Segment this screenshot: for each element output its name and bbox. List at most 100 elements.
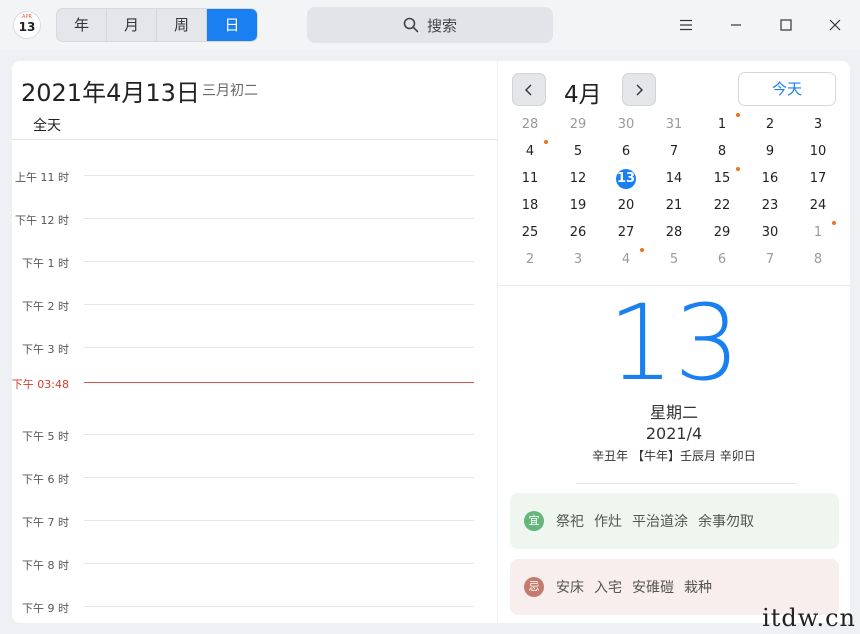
calendar-day[interactable]: 16 <box>746 165 794 192</box>
view-year-button[interactable]: 年 <box>57 9 107 41</box>
calendar-day-number: 22 <box>713 197 731 213</box>
search-label: 搜索 <box>426 16 457 35</box>
calendar-day-number: 28 <box>521 116 539 132</box>
close-icon <box>829 19 841 31</box>
calendar-day[interactable]: 28 <box>650 219 698 246</box>
calendar-day[interactable]: 3 <box>554 246 602 273</box>
calendar-day[interactable]: 8 <box>794 246 842 273</box>
current-time-label: 下午 03:48 <box>12 378 69 391</box>
calendar-day[interactable]: 24 <box>794 192 842 219</box>
calendar-day[interactable]: 29 <box>554 111 602 138</box>
avoid-item: 安碓磑 <box>632 580 674 596</box>
mini-calendar-month-title: 4月 <box>564 82 602 108</box>
calendar-day-number: 5 <box>669 251 679 267</box>
view-week-button[interactable]: 周 <box>157 9 207 41</box>
calendar-day-number: 20 <box>617 197 635 213</box>
suitable-items: 祭祀 作灶 平治道涂 余事勿取 <box>556 511 754 531</box>
prev-month-button[interactable] <box>512 73 546 106</box>
maximize-button[interactable] <box>773 12 799 38</box>
hour-grid-line <box>84 175 474 176</box>
calendar-day[interactable]: 5 <box>650 246 698 273</box>
calendar-day[interactable]: 12 <box>554 165 602 192</box>
hour-label: 下午 9 时 <box>22 602 69 615</box>
calendar-day-number: 27 <box>617 224 635 240</box>
calendar-day[interactable]: 30 <box>746 219 794 246</box>
calendar-day-number: 18 <box>521 197 539 213</box>
calendar-day[interactable]: 8 <box>698 138 746 165</box>
calendar-day-number: 17 <box>809 170 827 186</box>
calendar-day[interactable]: 26 <box>554 219 602 246</box>
calendar-day[interactable]: 20 <box>602 192 650 219</box>
hour-grid-line <box>84 520 474 521</box>
calendar-day[interactable]: 1 <box>698 111 746 138</box>
calendar-day[interactable]: 14 <box>650 165 698 192</box>
suitable-item: 余事勿取 <box>698 514 754 530</box>
calendar-day-number: 23 <box>761 197 779 213</box>
calendar-day[interactable]: 4 <box>506 138 554 165</box>
view-switcher: 年 月 周 日 <box>56 8 258 42</box>
calendar-day-number: 11 <box>521 170 539 186</box>
avoid-item: 栽种 <box>684 580 712 596</box>
avoid-items: 安床 入宅 安碓磑 栽种 <box>556 577 712 597</box>
calendar-day[interactable]: 25 <box>506 219 554 246</box>
suitable-item: 平治道涂 <box>632 514 688 530</box>
calendar-day[interactable]: 2 <box>506 246 554 273</box>
hour-grid-line <box>84 606 474 607</box>
hour-row: 下午 7 时 <box>12 516 474 529</box>
title-bar: APR 13 年 月 周 日 搜索 <box>0 0 860 50</box>
calendar-day[interactable]: 6 <box>602 138 650 165</box>
calendar-day[interactable]: 1 <box>794 219 842 246</box>
calendar-day[interactable]: 27 <box>602 219 650 246</box>
calendar-day[interactable]: 23 <box>746 192 794 219</box>
calendar-day[interactable]: 10 <box>794 138 842 165</box>
main-menu-button[interactable] <box>673 12 699 38</box>
search-box[interactable]: 搜索 <box>307 7 553 43</box>
calendar-day[interactable]: 30 <box>602 111 650 138</box>
calendar-day[interactable]: 7 <box>650 138 698 165</box>
hour-row: 下午 12 时 <box>12 214 474 227</box>
calendar-day-number: 15 <box>713 170 731 186</box>
today-button[interactable]: 今天 <box>738 72 836 106</box>
calendar-day[interactable]: 3 <box>794 111 842 138</box>
calendar-day-number: 19 <box>569 197 587 213</box>
calendar-day[interactable]: 19 <box>554 192 602 219</box>
calendar-day[interactable]: 28 <box>506 111 554 138</box>
day-view-lunar-date: 三月初二 <box>202 83 258 99</box>
chevron-right-icon <box>636 84 643 95</box>
avoid-item: 入宅 <box>594 580 622 596</box>
calendar-day[interactable]: 7 <box>746 246 794 273</box>
calendar-day-number: 28 <box>665 224 683 240</box>
calendar-day-number: 14 <box>665 170 683 186</box>
minimize-button[interactable] <box>723 12 749 38</box>
calendar-day[interactable]: 22 <box>698 192 746 219</box>
calendar-day[interactable]: 11 <box>506 165 554 192</box>
next-month-button[interactable] <box>622 73 656 106</box>
close-button[interactable] <box>822 12 848 38</box>
calendar-day-number: 24 <box>809 197 827 213</box>
view-day-button[interactable]: 日 <box>207 9 257 41</box>
calendar-day[interactable]: 29 <box>698 219 746 246</box>
calendar-day[interactable]: 18 <box>506 192 554 219</box>
selected-year-month: 2021/4 <box>645 424 703 443</box>
calendar-day[interactable]: 21 <box>650 192 698 219</box>
calendar-day[interactable]: 15 <box>698 165 746 192</box>
calendar-day-number: 13 <box>616 168 636 189</box>
minimize-icon <box>731 24 741 26</box>
hour-label: 下午 3 时 <box>22 343 69 356</box>
calendar-day[interactable]: 2 <box>746 111 794 138</box>
calendar-day[interactable]: 17 <box>794 165 842 192</box>
calendar-day-selected[interactable]: 13 <box>602 165 650 192</box>
calendar-day[interactable]: 6 <box>698 246 746 273</box>
calendar-day[interactable]: 31 <box>650 111 698 138</box>
calendar-day[interactable]: 5 <box>554 138 602 165</box>
view-month-button[interactable]: 月 <box>107 9 157 41</box>
selected-day-number: 13 <box>607 282 741 404</box>
calendar-day[interactable]: 9 <box>746 138 794 165</box>
calendar-day[interactable]: 4 <box>602 246 650 273</box>
calendar-day-number: 8 <box>717 143 727 159</box>
app-icon-day: 13 <box>18 20 36 34</box>
calendar-day-number: 29 <box>569 116 587 132</box>
calendar-day-number: 30 <box>761 224 779 240</box>
calendar-day-number: 7 <box>765 251 775 267</box>
calendar-day-number: 30 <box>617 116 635 132</box>
